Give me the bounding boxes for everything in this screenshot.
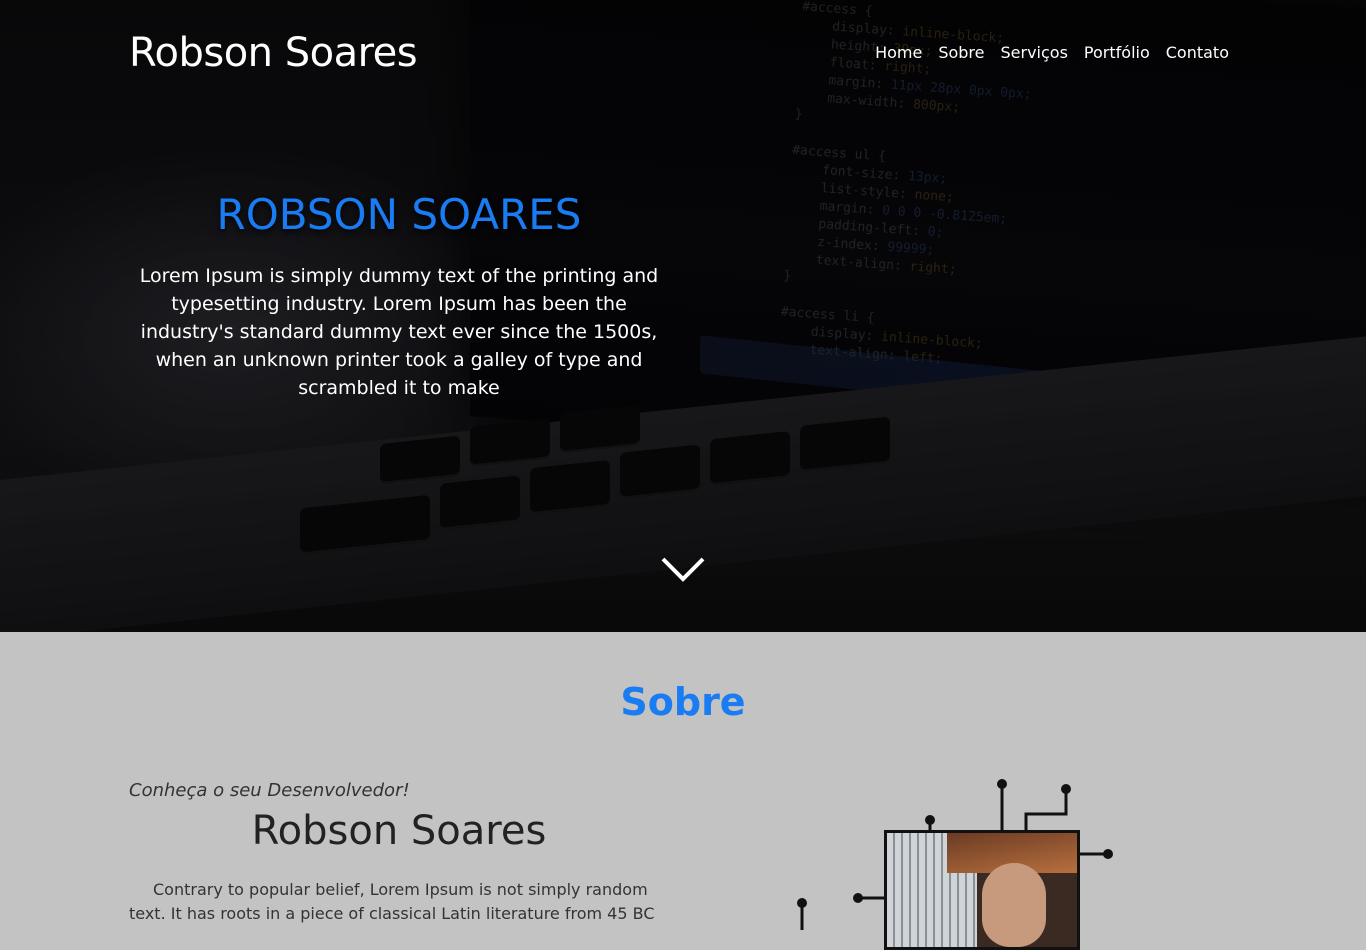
section-title-sobre: Sobre	[620, 680, 746, 724]
main-nav: Home Sobre Serviços Portfólio Contato	[875, 43, 1229, 62]
avatar-circuit-graphic	[790, 770, 1120, 950]
nav-item-sobre[interactable]: Sobre	[938, 43, 984, 62]
chevron-down-icon[interactable]	[659, 553, 707, 585]
avatar	[884, 830, 1080, 950]
hero-title: ROBSON SOARES	[216, 190, 582, 239]
brand-logo[interactable]: Robson Soares	[129, 30, 418, 76]
nav-item-servicos[interactable]: Serviços	[1001, 43, 1068, 62]
sobre-description: Contrary to popular belief, Lorem Ipsum …	[129, 880, 655, 923]
developer-name: Robson Soares	[251, 808, 547, 854]
nav-item-home[interactable]: Home	[875, 43, 922, 62]
nav-item-contato[interactable]: Contato	[1166, 43, 1229, 62]
nav-item-portfolio[interactable]: Portfólio	[1084, 43, 1150, 62]
hero-description: Lorem Ipsum is simply dummy text of the …	[139, 265, 659, 399]
hero-section: #access { display: inline-block; height:…	[0, 0, 1366, 632]
sobre-tagline: Conheça o seu Desenvolvedor!	[129, 780, 410, 801]
